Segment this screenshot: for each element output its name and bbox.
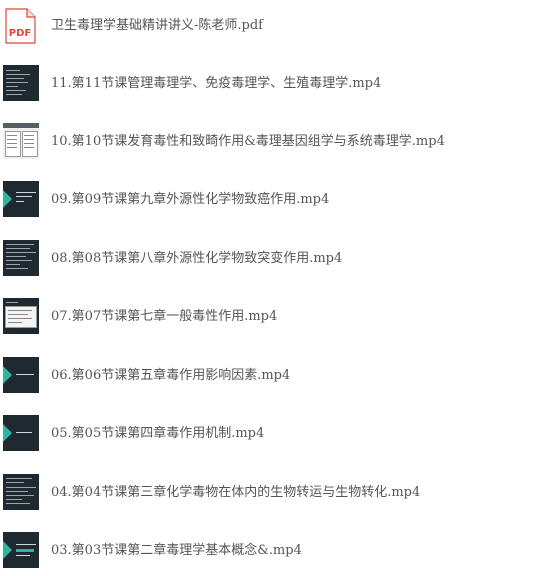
- video-thumbnail-icon: [3, 181, 39, 217]
- file-name: 03.第03节课第二章毒理学基本概念&.mp4: [51, 543, 302, 558]
- file-row-video[interactable]: 06.第06节课第五章毒作用影响因素.mp4: [0, 351, 546, 401]
- video-thumbnail-icon: [3, 532, 39, 568]
- file-row-pdf[interactable]: PDF 卫生毒理学基础精讲讲义-陈老师.pdf: [0, 1, 546, 51]
- video-thumbnail-icon: [3, 415, 39, 451]
- video-thumbnail-icon: [3, 240, 39, 276]
- file-name: 10.第10节课发育毒性和致畸作用&毒理基因组学与系统毒理学.mp4: [51, 134, 445, 149]
- file-row-video[interactable]: 03.第03节课第二章毒理学基本概念&.mp4: [0, 526, 546, 576]
- file-name: 卫生毒理学基础精讲讲义-陈老师.pdf: [51, 18, 263, 33]
- file-name: 07.第07节课第七章一般毒性作用.mp4: [51, 309, 278, 324]
- file-row-video[interactable]: 04.第04节课第三章化学毒物在体内的生物转运与生物转化.mp4: [0, 468, 546, 518]
- file-name: 04.第04节课第三章化学毒物在体内的生物转运与生物转化.mp4: [51, 485, 421, 500]
- file-name: 09.第09节课第九章外源性化学物致癌作用.mp4: [51, 192, 330, 207]
- pdf-icon-label: PDF: [9, 28, 31, 39]
- file-name: 05.第05节课第四章毒作用机制.mp4: [51, 426, 265, 441]
- file-row-video[interactable]: 10.第10节课发育毒性和致畸作用&毒理基因组学与系统毒理学.mp4: [0, 117, 546, 167]
- file-row-video[interactable]: 07.第07节课第七章一般毒性作用.mp4: [0, 292, 546, 342]
- video-thumbnail-icon: [3, 474, 39, 510]
- video-thumbnail-icon: [3, 357, 39, 393]
- file-row-video[interactable]: 08.第08节课第八章外源性化学物致突变作用.mp4: [0, 234, 546, 284]
- pdf-file-icon: PDF: [5, 8, 36, 44]
- file-name: 08.第08节课第八章外源性化学物致突变作用.mp4: [51, 251, 343, 266]
- file-row-video[interactable]: 09.第09节课第九章外源性化学物致癌作用.mp4: [0, 175, 546, 225]
- file-name: 06.第06节课第五章毒作用影响因素.mp4: [51, 368, 291, 383]
- video-thumbnail-icon: [3, 123, 39, 159]
- file-list: PDF 卫生毒理学基础精讲讲义-陈老师.pdf 11.第11节课管理毒理学、免疫…: [0, 0, 546, 574]
- video-thumbnail-icon: [3, 298, 39, 334]
- file-row-video[interactable]: 11.第11节课管理毒理学、免疫毒理学、生殖毒理学.mp4: [0, 59, 546, 109]
- file-row-video[interactable]: 05.第05节课第四章毒作用机制.mp4: [0, 409, 546, 459]
- file-name: 11.第11节课管理毒理学、免疫毒理学、生殖毒理学.mp4: [51, 76, 382, 91]
- video-thumbnail-icon: [3, 65, 39, 101]
